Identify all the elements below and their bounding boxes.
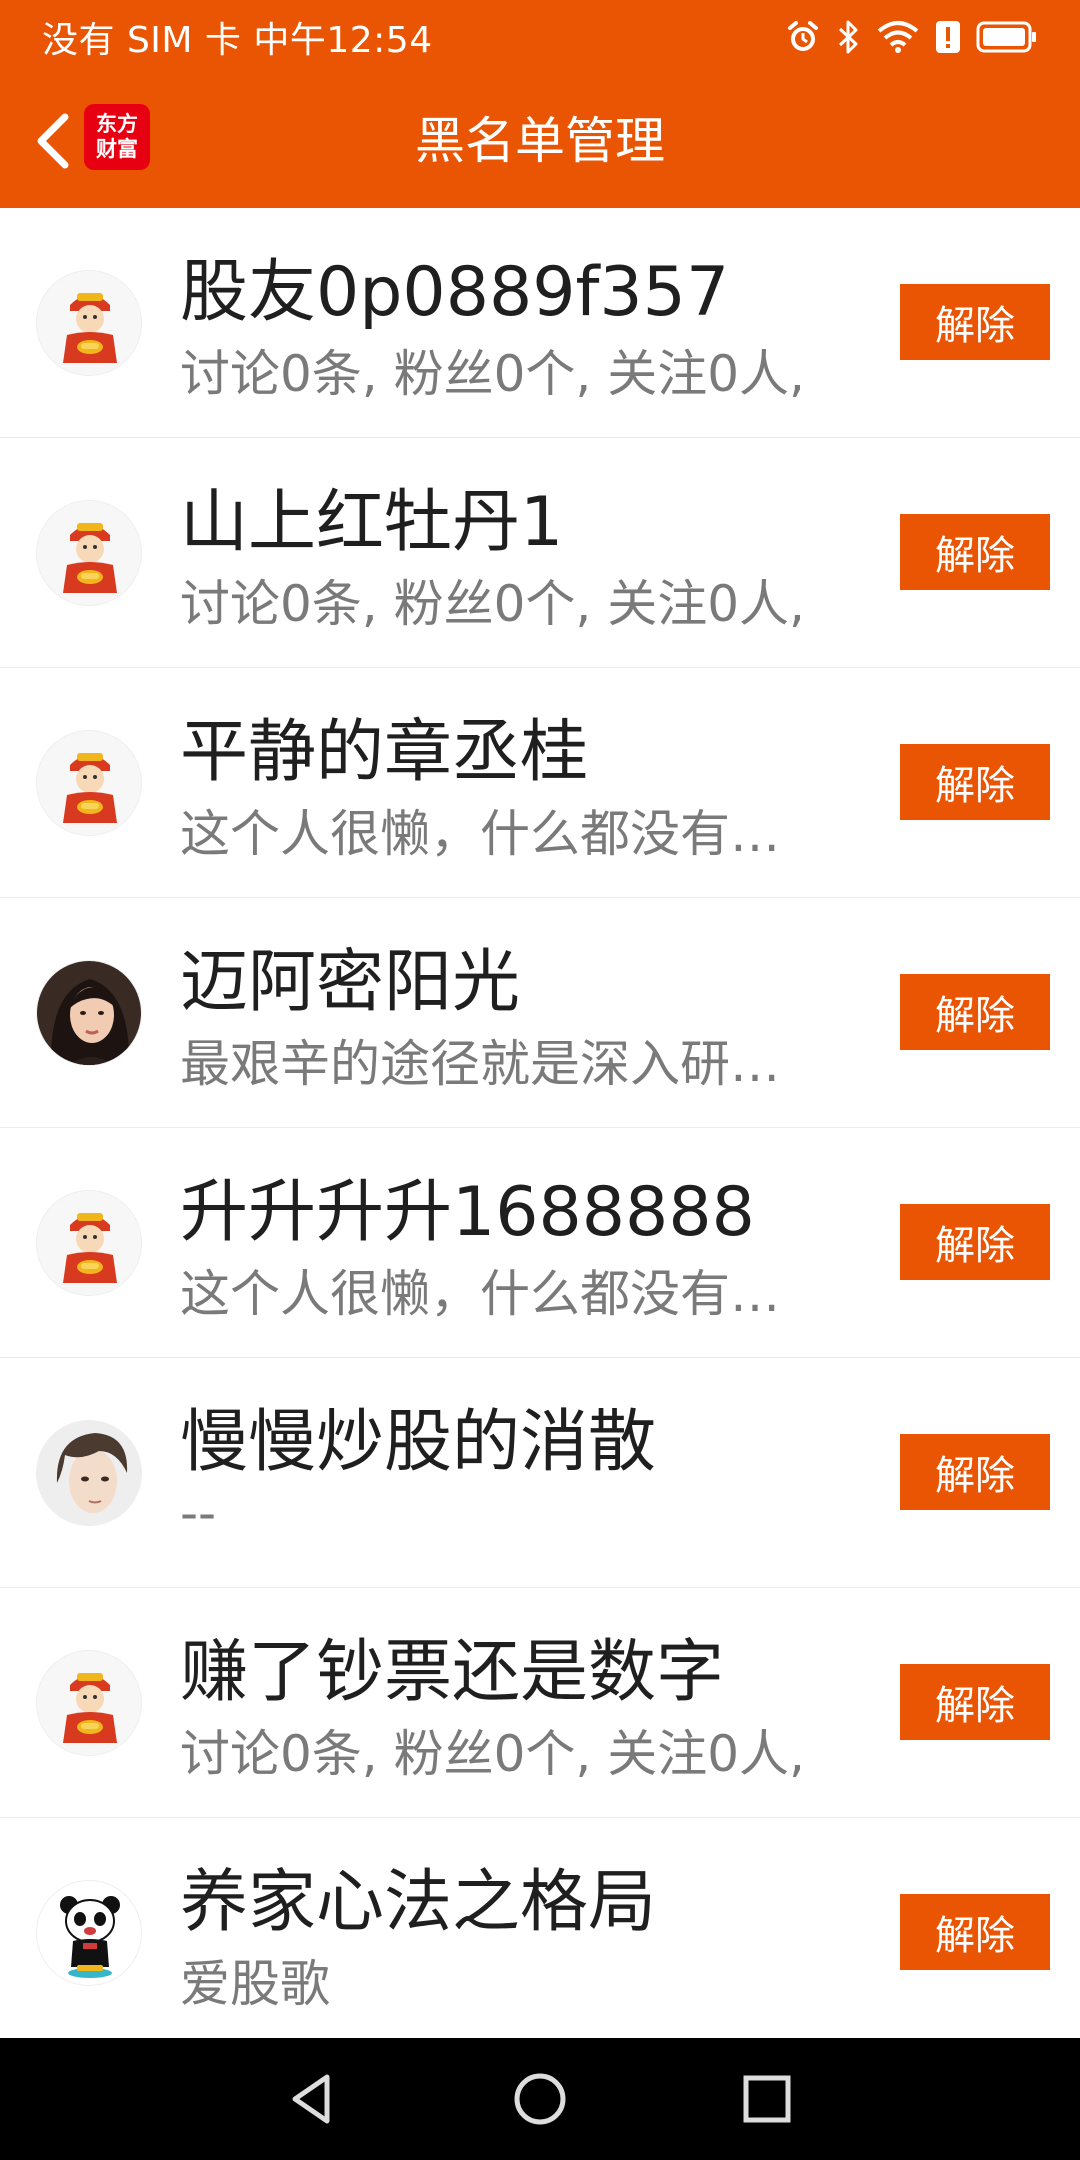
unblock-button[interactable]: 解除	[900, 1434, 1050, 1510]
unblock-button[interactable]: 解除	[900, 1204, 1050, 1280]
user-name: 养家心法之格局	[180, 1863, 657, 1942]
battery-icon	[976, 20, 1038, 54]
user-name: 赚了钞票还是数字	[180, 1633, 725, 1712]
nav-back-button[interactable]	[273, 2059, 353, 2139]
user-description: 这个人很懒，什么都没有…	[180, 805, 780, 863]
user-name: 升升升升1688888	[180, 1173, 755, 1252]
user-description: 最艰辛的途径就是深入研…	[180, 1035, 780, 1093]
home-circle-icon	[514, 2073, 566, 2125]
brand-logo-line2: 财富	[96, 137, 138, 161]
panda-avatar[interactable]	[36, 1880, 142, 1986]
user-description: --	[180, 1484, 217, 1542]
unblock-button[interactable]: 解除	[900, 284, 1050, 360]
user-name: 股友0p0889f357	[180, 253, 730, 332]
nav-recents-button[interactable]	[727, 2059, 807, 2139]
status-icons	[784, 18, 1038, 56]
page-title: 黑名单管理	[415, 112, 665, 170]
user-name: 迈阿密阳光	[180, 943, 521, 1022]
unblock-button[interactable]: 解除	[900, 1894, 1050, 1970]
wifi-icon	[876, 19, 920, 55]
chevron-left-icon	[37, 113, 69, 169]
recents-square-icon	[743, 2075, 791, 2123]
user-name: 平静的章丞桂	[180, 713, 589, 792]
unblock-button[interactable]: 解除	[900, 514, 1050, 590]
blacklist-row[interactable]: 股友0p0889f357 讨论0条, 粉丝0个, 关注0人, 解除	[0, 208, 1080, 438]
blacklist-row[interactable]: 养家心法之格局爱股歌 解除	[0, 1818, 1080, 2038]
user-name: 山上红牡丹1	[180, 483, 564, 562]
woman-photo-avatar[interactable]	[36, 960, 142, 1066]
blacklist-row[interactable]: 升升升升1688888 这个人很懒，什么都没有… 解除	[0, 1128, 1080, 1358]
blacklist: 股友0p0889f357 讨论0条, 粉丝0个, 关注0人, 解除 山上红牡丹1 讨论0…	[0, 208, 1080, 2038]
fortune-god-avatar[interactable]	[36, 1190, 142, 1296]
blacklist-row[interactable]: 慢慢炒股的消散 -- 解除	[0, 1358, 1080, 1588]
back-button[interactable]	[18, 104, 88, 178]
unblock-button[interactable]: 解除	[900, 744, 1050, 820]
bluetooth-icon	[836, 18, 862, 56]
back-triangle-icon	[292, 2074, 330, 2124]
brand-logo: 东方 财富	[84, 104, 150, 170]
brand-logo-line1: 东方	[96, 112, 138, 136]
alarm-icon	[784, 18, 822, 56]
user-description: 讨论0条, 粉丝0个, 关注0人,	[180, 345, 805, 403]
user-description: 爱股歌	[180, 1955, 330, 2013]
fortune-god-avatar[interactable]	[36, 270, 142, 376]
user-description: 讨论0条, 粉丝0个, 关注0人,	[180, 575, 805, 633]
status-bar: 没有 SIM 卡 中午12:54	[0, 0, 1080, 74]
blacklist-row[interactable]: 赚了钞票还是数字讨论0条, 粉丝0个, 关注0人, 解除	[0, 1588, 1080, 1818]
fortune-god-avatar[interactable]	[36, 730, 142, 836]
user-name: 慢慢炒股的消散	[180, 1403, 657, 1482]
user-description: 这个人很懒，什么都没有…	[180, 1265, 780, 1323]
fortune-god-avatar[interactable]	[36, 500, 142, 606]
blacklist-row[interactable]: 迈阿密阳光最艰辛的途径就是深入研… 解除	[0, 898, 1080, 1128]
blacklist-row[interactable]: 平静的章丞桂这个人很懒，什么都没有… 解除	[0, 668, 1080, 898]
unblock-button[interactable]: 解除	[900, 974, 1050, 1050]
system-nav-bar	[0, 2038, 1080, 2160]
app-bar: 东方 财富 黑名单管理	[0, 74, 1080, 208]
battery-alert-icon	[934, 18, 962, 56]
fortune-god-avatar[interactable]	[36, 1650, 142, 1756]
nav-home-button[interactable]	[500, 2059, 580, 2139]
man-illustration-avatar[interactable]	[36, 1420, 142, 1526]
blacklist-row[interactable]: 山上红牡丹1 讨论0条, 粉丝0个, 关注0人, 解除	[0, 438, 1080, 668]
user-description: 讨论0条, 粉丝0个, 关注0人,	[180, 1725, 805, 1783]
unblock-button[interactable]: 解除	[900, 1664, 1050, 1740]
status-carrier-time: 没有 SIM 卡 中午12:54	[42, 20, 433, 61]
